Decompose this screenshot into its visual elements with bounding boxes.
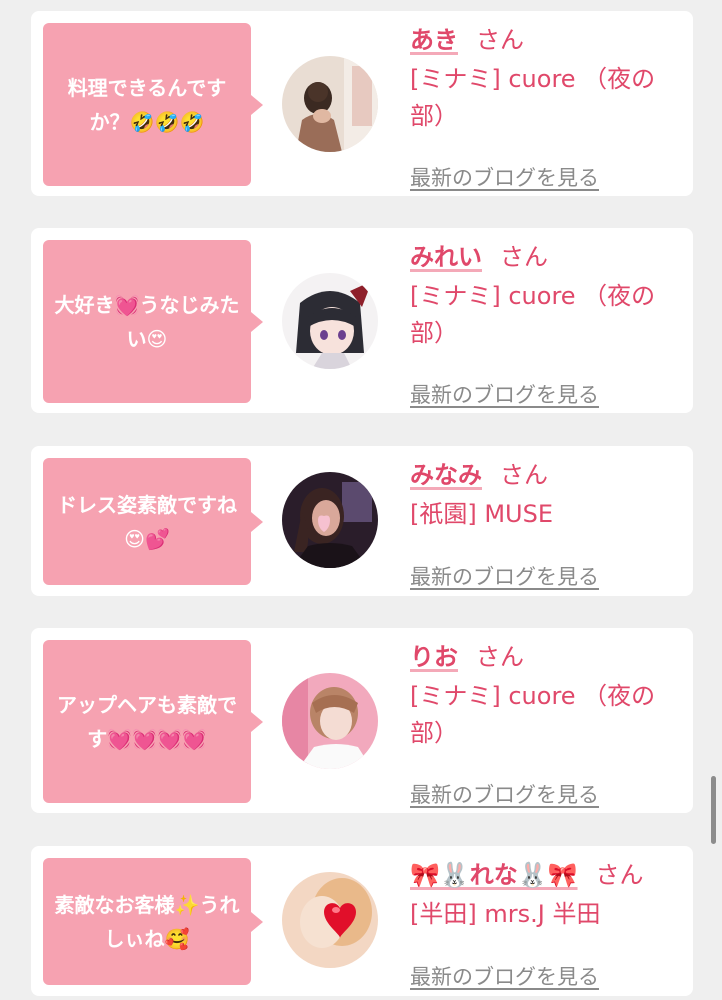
comment-bubble: ドレス姿素敵ですね😍💕 (43, 458, 263, 585)
latest-blog-link[interactable]: 最新のブログを見る (410, 561, 599, 591)
shop-name[interactable]: [ミナミ] cuore （夜の部） (410, 278, 685, 352)
comment-text: 素敵なお客様✨うれしぃね🥰 (54, 892, 240, 951)
user-info: りお さん [ミナミ] cuore （夜の部） 最新のブログを見る (410, 642, 685, 807)
comment-bubble: 料理できるんですか？🤣🤣🤣 (43, 23, 263, 186)
shop-name[interactable]: [ミナミ] cuore （夜の部） (410, 678, 685, 752)
comment-text: ドレス姿素敵ですね😍💕 (57, 492, 237, 551)
comment-text: アップヘアも素敵です💓💓💓💓 (57, 692, 237, 751)
comment-bubble: 素敵なお客様✨うれしぃね🥰 (43, 858, 263, 985)
avatar[interactable] (282, 472, 378, 568)
user-name-link[interactable]: みれい (410, 243, 482, 271)
avatar[interactable] (282, 673, 378, 769)
user-info: みなみ さん [祇園] MUSE 最新のブログを見る (410, 460, 685, 589)
latest-blog-link[interactable]: 最新のブログを見る (410, 379, 599, 409)
avatar[interactable] (282, 56, 378, 152)
shop-name[interactable]: [祇園] MUSE (410, 496, 685, 533)
user-name-link[interactable]: 🎀🐰れな🐰🎀 (410, 861, 578, 889)
user-name-link[interactable]: りお (410, 643, 458, 671)
user-info: 🎀🐰れな🐰🎀 さん [半田] mrs.J 半田 最新のブログを見る (410, 860, 685, 989)
name-line: りお さん (410, 642, 685, 672)
latest-blog-link[interactable]: 最新のブログを見る (410, 961, 599, 991)
review-card: 大好き💓うなじみたい😍 みれい さん [ミナミ] cuore （夜の部） 最新のブ… (31, 228, 693, 413)
avatar[interactable] (282, 872, 378, 968)
review-card: アップヘアも素敵です💓💓💓💓 りお さん [ミナミ] cuore （夜の部） 最新… (31, 628, 693, 813)
name-line: みなみ さん (410, 460, 685, 490)
name-line: あき さん (410, 25, 685, 55)
shop-name[interactable]: [半田] mrs.J 半田 (410, 896, 685, 933)
user-name-link[interactable]: あき (410, 26, 458, 54)
user-info: みれい さん [ミナミ] cuore （夜の部） 最新のブログを見る (410, 242, 685, 407)
scrollbar-thumb[interactable] (711, 776, 716, 844)
latest-blog-link[interactable]: 最新のブログを見る (410, 162, 599, 192)
user-info: あき さん [ミナミ] cuore （夜の部） 最新のブログを見る (410, 25, 685, 190)
honorific: さん (476, 26, 524, 54)
review-card: ドレス姿素敵ですね😍💕 みなみ さん [祇園] MUSE 最新のブログを見る (31, 446, 693, 596)
review-card: 料理できるんですか？🤣🤣🤣 あき さん [ミナミ] cuore （夜の部） 最新の… (31, 11, 693, 196)
comment-text: 料理できるんですか？🤣🤣🤣 (67, 75, 227, 134)
honorific: さん (500, 243, 548, 271)
name-line: みれい さん (410, 242, 685, 272)
latest-blog-link[interactable]: 最新のブログを見る (410, 779, 599, 809)
honorific: さん (476, 643, 524, 671)
honorific: さん (500, 461, 548, 489)
review-card: 素敵なお客様✨うれしぃね🥰 🎀🐰れな🐰🎀 さん [半田] mrs.J 半田 最新の… (31, 846, 693, 996)
name-line: 🎀🐰れな🐰🎀 さん (410, 860, 685, 890)
comment-bubble: 大好き💓うなじみたい😍 (43, 240, 263, 403)
comment-bubble: アップヘアも素敵です💓💓💓💓 (43, 640, 263, 803)
honorific: さん (595, 861, 644, 889)
avatar[interactable] (282, 273, 378, 369)
user-name-link[interactable]: みなみ (410, 461, 482, 489)
comment-text: 大好き💓うなじみたい😍 (54, 292, 240, 351)
shop-name[interactable]: [ミナミ] cuore （夜の部） (410, 61, 685, 135)
